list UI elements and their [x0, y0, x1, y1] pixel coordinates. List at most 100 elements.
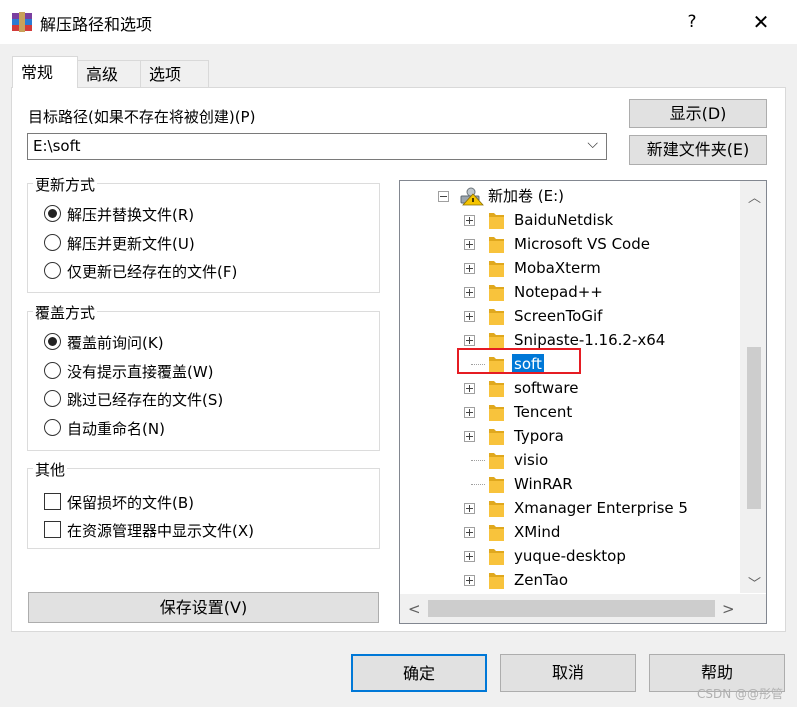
- folder-icon: [489, 309, 504, 325]
- expand-icon[interactable]: [464, 215, 475, 226]
- tree-item-row[interactable]: Tencent: [400, 400, 742, 424]
- radio-fresh-existing[interactable]: [44, 262, 61, 279]
- expand-icon[interactable]: [464, 431, 475, 442]
- tree-item-label[interactable]: visio: [512, 450, 550, 470]
- show-button[interactable]: 显示(D): [629, 99, 767, 128]
- checkbox-show-in-explorer-label[interactable]: 在资源管理器中显示文件(X): [67, 520, 254, 541]
- scroll-up-icon[interactable]: ︿: [748, 187, 761, 206]
- folder-icon: [489, 213, 504, 229]
- expand-icon[interactable]: [464, 287, 475, 298]
- save-settings-button[interactable]: 保存设置(V): [28, 592, 379, 623]
- horizontal-scrollbar[interactable]: < >: [400, 594, 740, 623]
- expand-icon[interactable]: [464, 335, 475, 346]
- tree-item-label[interactable]: ZenTao: [512, 570, 570, 590]
- radio-skip-existing[interactable]: [44, 390, 61, 407]
- tree-item-label[interactable]: Typora: [512, 426, 566, 446]
- tree-item-label[interactable]: BaiduNetdisk: [512, 210, 615, 230]
- tree-item-label[interactable]: Notepad++: [512, 282, 605, 302]
- folder-icon: [489, 261, 504, 277]
- tree-item-row[interactable]: BaiduNetdisk: [400, 208, 742, 232]
- tab-options[interactable]: 选项: [140, 60, 209, 87]
- cancel-button[interactable]: 取消: [500, 654, 636, 692]
- folder-icon: [489, 429, 504, 445]
- radio-extract-update[interactable]: [44, 234, 61, 251]
- expand-icon[interactable]: [464, 239, 475, 250]
- expand-icon[interactable]: [464, 503, 475, 514]
- expand-icon[interactable]: [464, 527, 475, 538]
- folder-icon: [489, 573, 504, 589]
- destination-path-label: 目标路径(如果不存在将被创建)(P): [28, 108, 256, 126]
- tree-item-label[interactable]: XMind: [512, 522, 562, 542]
- tree-item-row[interactable]: ZenTao: [400, 568, 742, 592]
- tree-item-row[interactable]: visio: [400, 448, 742, 472]
- tree-item-label[interactable]: Microsoft VS Code: [512, 234, 652, 254]
- destination-path-value[interactable]: E:\soft: [33, 137, 80, 155]
- tab-general[interactable]: 常规: [12, 56, 78, 88]
- expand-icon[interactable]: [464, 575, 475, 586]
- vertical-scrollbar[interactable]: ︿ ﹀: [740, 181, 766, 593]
- expand-icon[interactable]: [464, 407, 475, 418]
- radio-auto-rename[interactable]: [44, 419, 61, 436]
- expand-icon[interactable]: [464, 263, 475, 274]
- checkbox-show-in-explorer[interactable]: [44, 521, 61, 538]
- radio-extract-replace[interactable]: [44, 205, 61, 222]
- chevron-down-icon[interactable]: ⌵: [587, 136, 598, 152]
- tree-drive-row[interactable]: 新加卷 (E:): [400, 184, 742, 208]
- close-button[interactable]: ✕: [744, 6, 778, 38]
- radio-extract-update-label[interactable]: 解压并更新文件(U): [67, 233, 195, 254]
- radio-extract-replace-label[interactable]: 解压并替换文件(R): [67, 204, 194, 225]
- tree-item-row[interactable]: Typora: [400, 424, 742, 448]
- folder-icon: [489, 285, 504, 301]
- tree-item-row[interactable]: Notepad++: [400, 280, 742, 304]
- scroll-left-icon[interactable]: <: [408, 600, 421, 618]
- watermark-text: CSDN @@彤管: [697, 687, 784, 701]
- help-title-button[interactable]: ?: [677, 6, 707, 38]
- tree-connector-line: [471, 460, 485, 461]
- folder-icon: [489, 381, 504, 397]
- checkbox-keep-broken-label[interactable]: 保留损坏的文件(B): [67, 492, 194, 513]
- vertical-scroll-thumb[interactable]: [747, 347, 761, 509]
- tree-item-row[interactable]: yuque-desktop: [400, 544, 742, 568]
- checkbox-keep-broken[interactable]: [44, 493, 61, 510]
- radio-ask-before-overwrite[interactable]: [44, 333, 61, 350]
- tree-item-label[interactable]: software: [512, 378, 580, 398]
- new-folder-button[interactable]: 新建文件夹(E): [629, 135, 767, 165]
- folder-icon: [489, 453, 504, 469]
- tree-item-label[interactable]: Tencent: [512, 402, 574, 422]
- radio-overwrite-without-prompt[interactable]: [44, 362, 61, 379]
- collapse-icon[interactable]: [438, 191, 449, 202]
- selection-annotation-box: [457, 348, 581, 374]
- tree-item-label[interactable]: yuque-desktop: [512, 546, 628, 566]
- folder-icon: [489, 501, 504, 517]
- tree-item-row[interactable]: MobaXterm: [400, 256, 742, 280]
- tree-drive-label[interactable]: 新加卷 (E:): [486, 186, 566, 206]
- radio-overwrite-without-prompt-label[interactable]: 没有提示直接覆盖(W): [67, 361, 214, 382]
- horizontal-scroll-thumb[interactable]: [428, 600, 715, 617]
- destination-path-combobox[interactable]: E:\soft ⌵: [27, 133, 607, 160]
- radio-auto-rename-label[interactable]: 自动重命名(N): [67, 418, 165, 439]
- tree-item-label[interactable]: MobaXterm: [512, 258, 603, 278]
- folder-tree[interactable]: 新加卷 (E:) BaiduNetdisk Microsoft VS Code Mo…: [399, 180, 767, 624]
- scroll-right-icon[interactable]: >: [722, 600, 735, 618]
- scroll-down-icon[interactable]: ﹀: [748, 573, 761, 592]
- folder-icon: [489, 549, 504, 565]
- expand-icon[interactable]: [464, 311, 475, 322]
- ok-button[interactable]: 确定: [351, 654, 487, 692]
- misc-title: 其他: [33, 459, 68, 480]
- tree-item-label[interactable]: Snipaste-1.16.2-x64: [512, 330, 667, 350]
- tree-item-row[interactable]: Microsoft VS Code: [400, 232, 742, 256]
- tree-item-label[interactable]: WinRAR: [512, 474, 575, 494]
- tree-item-row[interactable]: software: [400, 376, 742, 400]
- expand-icon[interactable]: [464, 383, 475, 394]
- expand-icon[interactable]: [464, 551, 475, 562]
- tree-item-row[interactable]: ScreenToGif: [400, 304, 742, 328]
- tree-item-row[interactable]: XMind: [400, 520, 742, 544]
- tree-item-label[interactable]: ScreenToGif: [512, 306, 604, 326]
- tree-item-row[interactable]: WinRAR: [400, 472, 742, 496]
- tree-item-label[interactable]: Xmanager Enterprise 5: [512, 498, 690, 518]
- radio-skip-existing-label[interactable]: 跳过已经存在的文件(S): [67, 389, 223, 410]
- radio-fresh-existing-label[interactable]: 仅更新已经存在的文件(F): [67, 261, 237, 282]
- radio-ask-before-overwrite-label[interactable]: 覆盖前询问(K): [67, 332, 164, 353]
- tab-advanced[interactable]: 高级: [77, 60, 141, 87]
- tree-item-row[interactable]: Xmanager Enterprise 5: [400, 496, 742, 520]
